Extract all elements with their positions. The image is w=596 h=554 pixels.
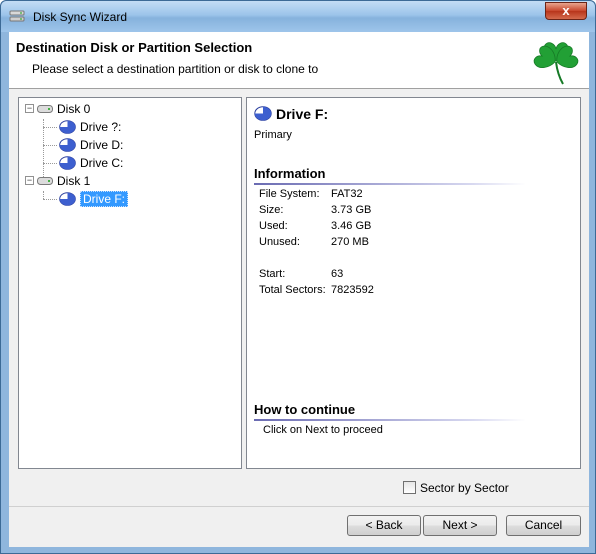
- sector-by-sector-label[interactable]: Sector by Sector: [420, 481, 509, 495]
- sector-by-sector-checkbox[interactable]: [403, 481, 416, 494]
- selected-drive-name: Drive F:: [276, 106, 329, 122]
- field-label: Unused:: [259, 236, 300, 248]
- partition-icon: [59, 137, 76, 152]
- field-value: 270 MB: [331, 236, 369, 248]
- tree-disk-1[interactable]: − Disk 1: [25, 172, 90, 189]
- heading-divider: [254, 419, 526, 421]
- collapse-toggle-icon[interactable]: −: [25, 176, 34, 185]
- disk-label: Disk 1: [57, 173, 91, 188]
- heading-divider: [254, 183, 526, 185]
- field-label: Used:: [259, 220, 288, 232]
- close-button[interactable]: x: [545, 2, 587, 20]
- footer-divider: [9, 506, 589, 507]
- hard-disk-icon: [37, 104, 53, 113]
- tree-disk-0[interactable]: − Disk 0: [25, 100, 90, 117]
- clover-icon: [533, 42, 579, 85]
- field-label: Size:: [259, 204, 284, 216]
- disk-sync-icon: [9, 10, 25, 22]
- disk-tree[interactable]: − Disk 0 Drive ?: Drive D: Drive C: − Di…: [18, 97, 242, 469]
- hard-disk-icon: [37, 176, 53, 185]
- continue-instructions: Click on Next to proceed: [263, 424, 383, 436]
- partition-icon: [59, 191, 76, 206]
- next-button[interactable]: Next >: [423, 515, 497, 536]
- partition-icon: [254, 106, 272, 121]
- tree-connector: [43, 145, 57, 146]
- field-label: Total Sectors:: [259, 284, 326, 296]
- tree-connector: [43, 163, 57, 164]
- collapse-toggle-icon[interactable]: −: [25, 104, 34, 113]
- field-value: 3.73 GB: [331, 204, 372, 216]
- cancel-button[interactable]: Cancel: [506, 515, 581, 536]
- page-title: Destination Disk or Partition Selection: [16, 40, 253, 55]
- drive-type: Primary: [254, 129, 292, 141]
- wizard-body: Destination Disk or Partition Selection …: [9, 32, 589, 547]
- back-button[interactable]: < Back: [347, 515, 421, 536]
- partition-label: Drive C:: [80, 155, 124, 170]
- window-title: Disk Sync Wizard: [33, 10, 128, 24]
- partition-details-panel: Drive F: Primary Information File System…: [246, 97, 581, 469]
- tree-partition-selected[interactable]: Drive F:: [59, 190, 128, 207]
- disk-label: Disk 0: [57, 101, 91, 116]
- tree-connector: [43, 191, 44, 199]
- page-subtitle: Please select a destination partition or…: [32, 62, 319, 76]
- partition-icon: [59, 155, 76, 170]
- partition-icon: [59, 119, 76, 134]
- tree-connector: [43, 199, 57, 200]
- tree-partition[interactable]: Drive D:: [59, 136, 123, 153]
- wizard-window: Disk Sync Wizard x Destination Disk or P…: [0, 0, 596, 554]
- partition-label: Drive F:: [80, 190, 128, 207]
- field-value: 63: [331, 268, 344, 280]
- wizard-header: Destination Disk or Partition Selection …: [9, 32, 589, 89]
- partition-label: Drive D:: [80, 137, 124, 152]
- partition-label: Drive ?:: [80, 119, 122, 134]
- title-bar[interactable]: Disk Sync Wizard x: [1, 1, 595, 32]
- information-heading: Information: [254, 166, 326, 181]
- continue-heading: How to continue: [254, 402, 356, 417]
- field-value: FAT32: [331, 188, 363, 200]
- field-value: 3.46 GB: [331, 220, 372, 232]
- tree-partition[interactable]: Drive C:: [59, 154, 123, 171]
- tree-connector: [43, 127, 57, 128]
- field-value: 7823592: [331, 284, 374, 296]
- field-label: Start:: [259, 268, 286, 280]
- tree-partition[interactable]: Drive ?:: [59, 118, 121, 135]
- field-label: File System:: [259, 188, 320, 200]
